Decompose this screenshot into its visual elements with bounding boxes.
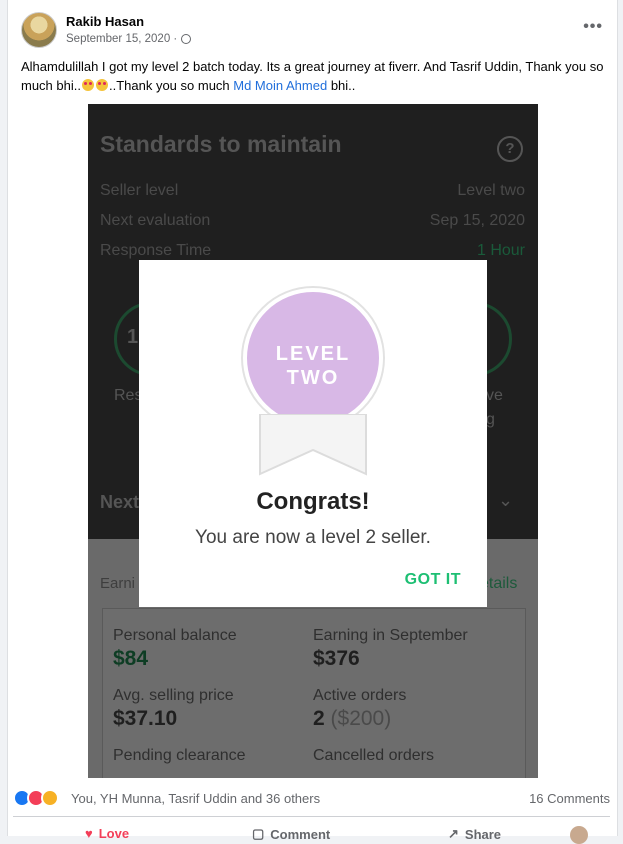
post-header: Rakib Hasan September 15, 2020 · ••• bbox=[21, 12, 605, 50]
comments-count[interactable]: 16 Comments bbox=[529, 791, 610, 806]
next-evaluation-label: Next evaluation bbox=[100, 212, 211, 229]
comment-button-label: Comment bbox=[270, 826, 331, 842]
globe-icon bbox=[181, 34, 192, 44]
stat-avg-selling-price: Avg. selling price $37.10 bbox=[113, 687, 234, 731]
author-name[interactable]: Rakib Hasan bbox=[66, 14, 144, 29]
response-time-value: 1 Hour bbox=[476, 242, 525, 259]
stat-value: $37.10 bbox=[113, 707, 178, 730]
post-text: Alhamdulillah I got my level 2 batch tod… bbox=[21, 57, 611, 95]
badge-text: LEVEL TWO bbox=[247, 342, 379, 390]
response-time-row: Response Time 1 Hour bbox=[100, 242, 525, 260]
mention-link[interactable]: Md Moin Ahmed bbox=[233, 78, 327, 93]
next-evaluation-value: Sep 15, 2020 bbox=[429, 212, 525, 229]
got-it-button[interactable]: GOT IT bbox=[405, 571, 461, 589]
stat-pending-clearance: Pending clearance bbox=[113, 747, 246, 765]
response-time-label: Response Time bbox=[100, 242, 212, 259]
more-options-icon[interactable]: ••• bbox=[583, 18, 603, 36]
chevron-down-icon: ⌄ bbox=[498, 490, 514, 510]
congrats-dialog: LEVEL TWO Congrats! You are now a level … bbox=[139, 260, 487, 607]
stat-active-orders: Active orders 2 ($200) bbox=[313, 687, 406, 731]
stat-value: 2 bbox=[313, 707, 325, 730]
image-title: Standards to maintain bbox=[100, 131, 342, 157]
stat-personal-balance: Personal balance $84 bbox=[113, 627, 237, 671]
metric-circle-left-value: 1 bbox=[127, 326, 139, 348]
reaction-icons[interactable] bbox=[13, 789, 65, 807]
help-icon: ? bbox=[497, 136, 523, 162]
stat-cancelled-orders: Cancelled orders bbox=[313, 747, 434, 765]
post-text-part2: ..Thank you so much bbox=[108, 78, 234, 93]
stat-label: Pending clearance bbox=[113, 747, 246, 764]
next-section-label: Next bbox=[100, 492, 140, 512]
post-date: September 15, 2020 · bbox=[66, 33, 192, 45]
stat-label: Personal balance bbox=[113, 627, 237, 644]
stat-value: $84 bbox=[113, 647, 149, 670]
post-date-text[interactable]: September 15, 2020 · bbox=[66, 33, 177, 45]
love-button[interactable]: ♥ Love bbox=[85, 826, 129, 841]
earnings-label: Earni bbox=[100, 575, 136, 592]
share-button[interactable]: ↗ Share bbox=[448, 826, 501, 842]
badge-ribbon-icon bbox=[259, 414, 367, 476]
heart-eyes-emoji-icon bbox=[81, 79, 94, 91]
badge-line-2: TWO bbox=[286, 367, 340, 389]
reactions-summary[interactable]: You, YH Munna, Tasrif Uddin and 36 other… bbox=[71, 791, 320, 806]
stat-earning-september: Earning in September $376 bbox=[313, 627, 468, 671]
level-badge-icon: LEVEL TWO bbox=[243, 288, 383, 428]
stat-value-wrap: 2 ($200) bbox=[313, 707, 406, 731]
stat-value: $376 bbox=[313, 647, 360, 670]
stat-label: Active orders bbox=[313, 687, 407, 704]
share-icon: ↗ bbox=[448, 826, 459, 841]
next-evaluation-row: Next evaluation Sep 15, 2020 bbox=[100, 212, 525, 230]
author-avatar[interactable] bbox=[21, 12, 57, 48]
seller-level-value: Level two bbox=[457, 182, 525, 199]
comment-icon: ▢ bbox=[252, 826, 265, 841]
share-button-label: Share bbox=[464, 826, 502, 842]
stat-label: Avg. selling price bbox=[113, 687, 234, 704]
actions-divider bbox=[13, 816, 610, 817]
stat-label: Cancelled orders bbox=[313, 747, 434, 764]
stat-value-extra: ($200) bbox=[330, 707, 392, 730]
heart-icon: ♥ bbox=[85, 826, 93, 841]
love-button-label: Love bbox=[98, 826, 130, 841]
seller-level-row: Seller level Level two bbox=[100, 182, 525, 200]
comment-button[interactable]: ▢ Comment bbox=[252, 826, 330, 842]
post-footer: You, YH Munna, Tasrif Uddin and 36 other… bbox=[13, 783, 610, 813]
stat-label: Earning in September bbox=[313, 627, 468, 644]
metric-right-label-2: g bbox=[486, 411, 495, 428]
dialog-subtitle: You are now a level 2 seller. bbox=[195, 527, 431, 548]
viewer-avatar[interactable] bbox=[570, 826, 588, 844]
seller-level-label: Seller level bbox=[100, 182, 179, 199]
care-reaction-icon bbox=[41, 789, 59, 807]
dialog-title: Congrats! bbox=[256, 488, 370, 515]
metric-right-label-1: ve bbox=[486, 387, 503, 404]
stats-panel: Personal balance $84 Earning in Septembe… bbox=[102, 608, 526, 778]
post-text-part3: bhi.. bbox=[327, 78, 356, 93]
heart-eyes-emoji-icon bbox=[95, 79, 108, 91]
badge-line-1: LEVEL bbox=[275, 343, 351, 365]
